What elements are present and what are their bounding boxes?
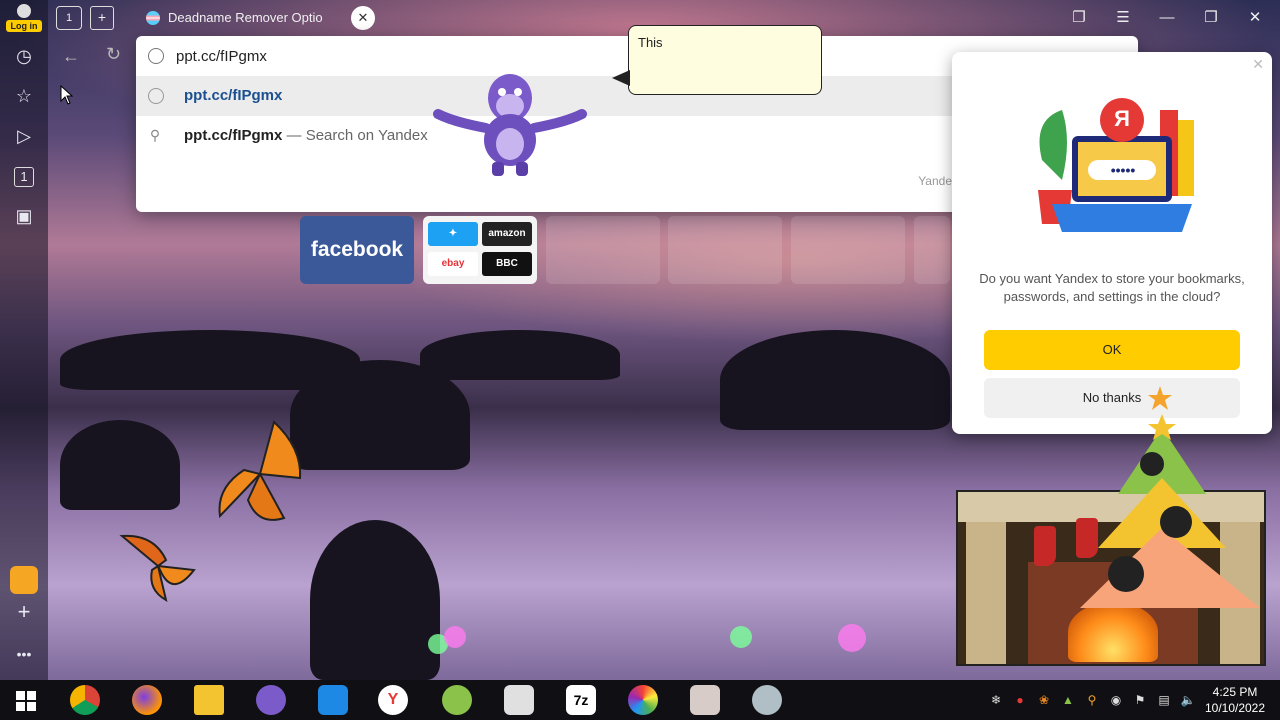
paint-palette-icon[interactable] <box>752 685 782 715</box>
glow-dot <box>444 626 466 648</box>
suggestion-rest: — Search on Yandex <box>282 127 428 144</box>
amazon-logo[interactable]: amazon <box>482 222 532 246</box>
file-manager-icon[interactable] <box>504 685 534 715</box>
login-label: Log in <box>6 20 42 32</box>
tile-empty[interactable] <box>791 216 905 284</box>
butterfly-orange <box>218 420 302 521</box>
trans-flag-icon <box>146 11 160 25</box>
network-icon[interactable]: ▤ <box>1156 692 1172 708</box>
yandex-hint: Yande <box>918 174 952 188</box>
star-sparkle-icon <box>1148 386 1172 410</box>
color-wheel-icon[interactable] <box>628 685 658 715</box>
back-arrow-icon[interactable]: ← <box>62 46 80 67</box>
tab-count-icon[interactable]: 1 <box>14 167 34 187</box>
clock-date: 10/10/2022 <box>1204 701 1266 715</box>
password-dots: ••••• <box>1110 162 1136 178</box>
video-play-icon[interactable]: ▷ <box>10 122 38 150</box>
chrome-icon[interactable] <box>70 685 100 715</box>
file-explorer-icon[interactable] <box>194 685 224 715</box>
firefox-icon[interactable] <box>132 685 162 715</box>
address-text[interactable]: ppt.cc/fIPgmx <box>176 48 267 65</box>
restore-icon[interactable]: ❐ <box>1196 6 1226 30</box>
minimize-icon[interactable]: — <box>1152 6 1182 30</box>
bookmarks-star-icon[interactable]: ☆ <box>10 82 38 110</box>
collections-icon[interactable]: ❐ <box>1064 6 1094 30</box>
butterfly-orange-small <box>119 534 196 602</box>
tile-empty[interactable] <box>546 216 660 284</box>
popup-close-icon[interactable]: ✕ <box>1252 56 1264 73</box>
add-panel-icon[interactable]: + <box>10 598 38 626</box>
snowflake-icon[interactable]: ❄ <box>988 692 1004 708</box>
ebay-logo[interactable]: ebay <box>428 252 478 276</box>
history-icon[interactable]: ◷ <box>10 42 38 70</box>
glow-dot <box>838 624 866 652</box>
laptop-illustration <box>1038 98 1194 232</box>
mouse-cursor-icon <box>60 85 74 105</box>
system-clock[interactable]: 4:25 PM 10/10/2022 <box>1196 684 1274 716</box>
stocking <box>1034 526 1056 566</box>
close-tab-icon[interactable]: ✕ <box>351 6 375 30</box>
mountain-silhouette <box>420 330 620 380</box>
tile-empty[interactable] <box>668 216 782 284</box>
tab-title: Deadname Remover Optio <box>168 10 323 25</box>
suggestion-bold: ppt.cc/fIPgmx <box>184 87 283 104</box>
tray-app-icon[interactable]: ● <box>1012 692 1028 708</box>
globe-icon <box>148 88 164 104</box>
azure-icon[interactable] <box>318 685 348 715</box>
user-icon <box>17 4 31 18</box>
butterfly-tray-icon[interactable]: ❀ <box>1036 692 1052 708</box>
reload-icon[interactable]: ↻ <box>106 44 121 65</box>
tab-deadname-remover[interactable]: Deadname Remover Optio <box>140 6 330 30</box>
tile-empty[interactable] <box>914 216 950 284</box>
tray-app-icon[interactable]: ◉ <box>1108 692 1124 708</box>
new-tab-icon[interactable]: + <box>90 6 114 30</box>
mountain-silhouette <box>60 420 180 510</box>
windows-taskbar: Y 7z ❄ ● ❀ ▲ ⚲ ◉ ⚑ ▤ 🔈 4:25 PM 10/10/202… <box>0 680 1280 720</box>
search-tray-icon[interactable]: ⚲ <box>1084 692 1100 708</box>
bbc-logo[interactable]: BBC <box>482 252 532 276</box>
media-app-icon[interactable] <box>690 685 720 715</box>
suggestion-bold: ppt.cc/fIPgmx <box>184 127 283 144</box>
yandex-logo: Я <box>1114 106 1130 131</box>
glow-dot <box>730 626 752 648</box>
more-dots-icon[interactable]: ••• <box>10 640 38 668</box>
twitter-bird-icon[interactable]: ✦ <box>428 222 478 246</box>
ok-button[interactable]: OK <box>984 330 1240 370</box>
yandex-browser-icon[interactable]: Y <box>378 685 408 715</box>
mail-app-icon[interactable] <box>10 566 38 594</box>
fireplace-column <box>966 522 1006 664</box>
tray-flag-icon[interactable]: ⚑ <box>1132 692 1148 708</box>
clock-time: 4:25 PM <box>1212 685 1258 699</box>
tabs-overview-icon[interactable]: 1 <box>56 6 82 30</box>
windows-start-icon[interactable] <box>16 691 36 711</box>
menu-icon[interactable]: ☰ <box>1108 6 1138 30</box>
mountain-silhouette <box>310 520 440 680</box>
cloud-sync-popup: ✕ Я ••••• Do you want Yandex to store yo… <box>952 52 1272 434</box>
bonzi-buddy-icon[interactable] <box>256 685 286 715</box>
mountain-silhouette <box>720 330 950 430</box>
7zip-icon[interactable]: 7z <box>566 685 596 715</box>
speech-bubble: This <box>628 25 822 95</box>
speech-text: This <box>638 35 663 50</box>
speech-bubble-tail <box>612 70 630 86</box>
login-avatar[interactable]: Log in <box>6 2 42 32</box>
volume-icon[interactable]: 🔈 <box>1180 692 1196 708</box>
browser-sidebar: Log in ◷ ☆ ▷ 1 ▣ + ••• <box>0 0 48 680</box>
green-app-icon[interactable] <box>442 685 472 715</box>
tray-app-icon[interactable]: ▲ <box>1060 692 1076 708</box>
globe-icon <box>148 48 164 64</box>
screenshot-icon[interactable]: ▣ <box>10 202 38 230</box>
tile-multi-sites[interactable]: ✦ amazon ebay BBC <box>423 216 537 284</box>
cloud-sync-question: Do you want Yandex to store your bookmar… <box>979 271 1245 304</box>
close-window-icon[interactable]: ✕ <box>1240 6 1270 30</box>
purple-gorilla-assistant[interactable] <box>432 62 588 178</box>
christmas-tree-icon <box>1080 414 1260 608</box>
tile-facebook[interactable]: facebook <box>300 216 414 284</box>
search-icon: ⚲ <box>149 127 161 143</box>
